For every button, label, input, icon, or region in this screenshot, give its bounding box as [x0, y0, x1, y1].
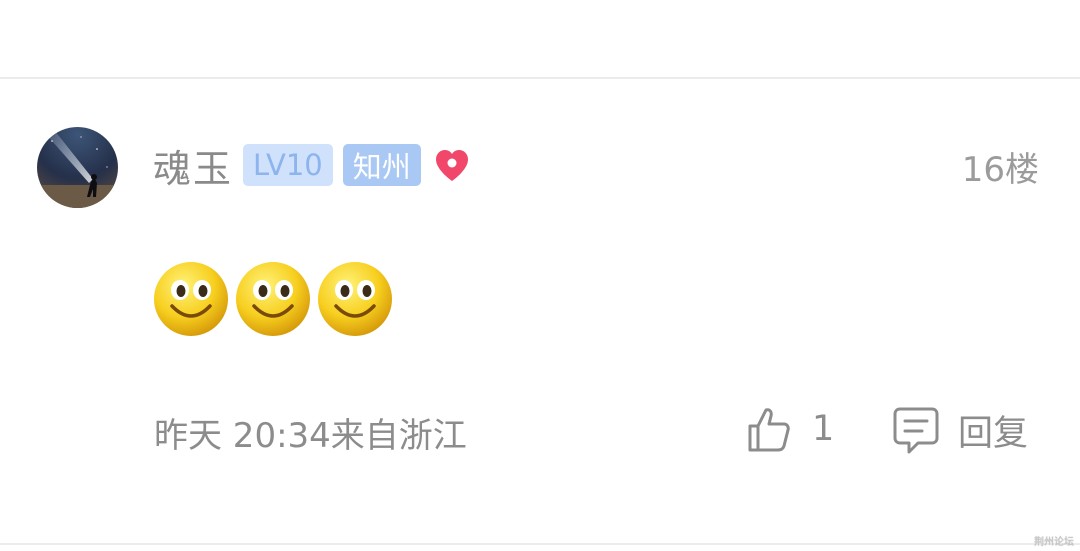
heart-icon	[435, 150, 468, 181]
like-count: 1	[812, 409, 835, 449]
smiley-emoji	[236, 262, 310, 336]
like-button[interactable]: 1	[746, 405, 834, 453]
reply-button[interactable]: 回复	[892, 405, 1028, 456]
smiley-emoji	[154, 262, 228, 336]
comment-header: 魂玉 LV10 知州	[153, 138, 471, 193]
top-divider	[0, 77, 1080, 79]
level-badge: LV10	[243, 144, 333, 186]
watermark: 荆州论坛	[1034, 537, 1074, 548]
username[interactable]: 魂玉	[153, 138, 233, 193]
floor-number: 16楼	[961, 150, 1039, 190]
comment-content	[152, 260, 394, 338]
comment-time-location: 昨天 20:34来自浙江	[154, 416, 467, 456]
region-badge: 知州	[342, 144, 421, 186]
bottom-divider	[0, 543, 1080, 545]
smiley-emoji	[318, 262, 392, 336]
reply-label: 回复	[958, 414, 1029, 454]
avatar[interactable]	[37, 127, 118, 208]
comment-bubble-icon	[893, 407, 939, 453]
thumbs-up-icon	[748, 408, 790, 452]
